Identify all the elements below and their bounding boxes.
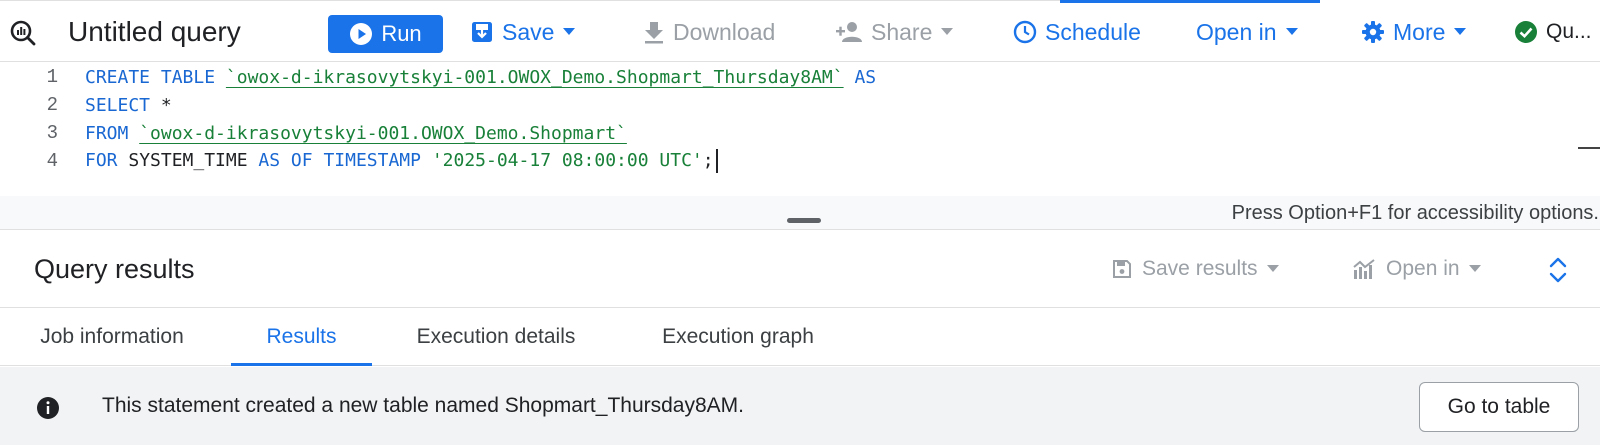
text-cursor: [715, 149, 718, 173]
query-title[interactable]: Untitled query: [68, 14, 241, 50]
banner-message: This statement created a new table named…: [102, 394, 744, 417]
sql-editor[interactable]: 1 CREATE TABLE `owox-d-ikrasovytskyi-001…: [0, 63, 1600, 196]
download-button[interactable]: Download: [643, 14, 775, 50]
chevron-down-icon: [1454, 28, 1467, 35]
chevron-down-icon: [1468, 265, 1481, 272]
tab-execution-graph[interactable]: Execution graph: [638, 309, 838, 365]
status-label: Qu...: [1546, 20, 1592, 43]
sql-keyword: AS OF TIMESTAMP: [258, 150, 421, 171]
save-results-label: Save results: [1142, 257, 1258, 280]
results-title: Query results: [34, 254, 195, 284]
accessibility-hint: Press Option+F1 for accessibility option…: [1231, 202, 1599, 224]
line-number: 3: [46, 122, 58, 144]
run-label: Run: [381, 21, 422, 46]
results-open-in-button[interactable]: Open in: [1352, 253, 1481, 285]
tab-job-information[interactable]: Job information: [18, 309, 206, 365]
info-icon: [37, 397, 59, 419]
save-label: Save: [502, 18, 555, 45]
statement-terminator: ;: [702, 150, 714, 171]
tab-results[interactable]: Results: [231, 309, 372, 366]
more-button[interactable]: More: [1361, 14, 1467, 50]
download-icon: [645, 22, 663, 44]
open-in-label: Open in: [1196, 18, 1277, 45]
chevron-down-icon: [941, 28, 954, 35]
save-icon: [1113, 260, 1131, 278]
sql-keyword: SELECT: [85, 94, 151, 116]
clock-icon: [1013, 20, 1037, 44]
sql-keyword: FROM: [85, 122, 129, 144]
sql-keyword: AS: [854, 66, 877, 88]
chart-icon: [1353, 259, 1375, 279]
line-number: 4: [46, 150, 58, 172]
run-button[interactable]: Run: [328, 15, 443, 53]
sql-identifier: SYSTEM_TIME: [128, 150, 248, 171]
resize-handle[interactable]: [787, 218, 821, 223]
top-border: [0, 0, 1060, 1]
check-circle-icon: [1515, 21, 1537, 43]
sql-keyword: FOR: [85, 150, 118, 171]
go-to-table-button[interactable]: Go to table: [1419, 382, 1579, 432]
share-label: Share: [871, 18, 933, 45]
download-label: Download: [673, 18, 776, 45]
save-button[interactable]: Save: [470, 14, 576, 50]
select-star: *: [160, 94, 172, 116]
results-open-in-label: Open in: [1386, 257, 1460, 280]
tab-execution-details[interactable]: Execution details: [394, 309, 598, 365]
table-reference: `owox-d-ikrasovytskyi-001.OWOX_Demo.Shop…: [225, 66, 844, 88]
timestamp-literal: '2025-04-17 08:00:00 UTC': [431, 150, 703, 171]
chevron-down-icon: [563, 28, 576, 35]
line-number: 2: [46, 94, 58, 116]
unfold-icon[interactable]: [1547, 256, 1569, 284]
active-accent-bar: [1060, 0, 1320, 3]
chevron-down-icon: [1266, 265, 1279, 272]
open-in-button[interactable]: Open in: [1196, 14, 1298, 50]
play-circle-icon: [350, 23, 373, 45]
save-icon: [472, 22, 492, 42]
query-icon: [10, 20, 36, 46]
save-results-button[interactable]: Save results: [1112, 253, 1279, 285]
table-reference: `owox-d-ikrasovytskyi-001.OWOX_Demo.Shop…: [139, 122, 627, 144]
query-status[interactable]: Qu...: [1514, 14, 1592, 50]
schedule-label: Schedule: [1045, 18, 1141, 45]
share-button[interactable]: Share: [835, 14, 954, 50]
schedule-button[interactable]: Schedule: [1013, 14, 1141, 50]
sql-keyword: CREATE TABLE: [85, 66, 216, 88]
query-toolbar: Untitled query Run Save Download Share S…: [0, 0, 1600, 62]
results-tabs: Job information Results Execution detail…: [0, 309, 1600, 366]
person-add-icon: [836, 22, 862, 42]
scroll-marker: [1578, 147, 1600, 149]
chevron-down-icon: [1285, 28, 1298, 35]
more-label: More: [1393, 18, 1446, 45]
line-number: 1: [46, 66, 58, 88]
gear-icon: [1362, 21, 1384, 43]
